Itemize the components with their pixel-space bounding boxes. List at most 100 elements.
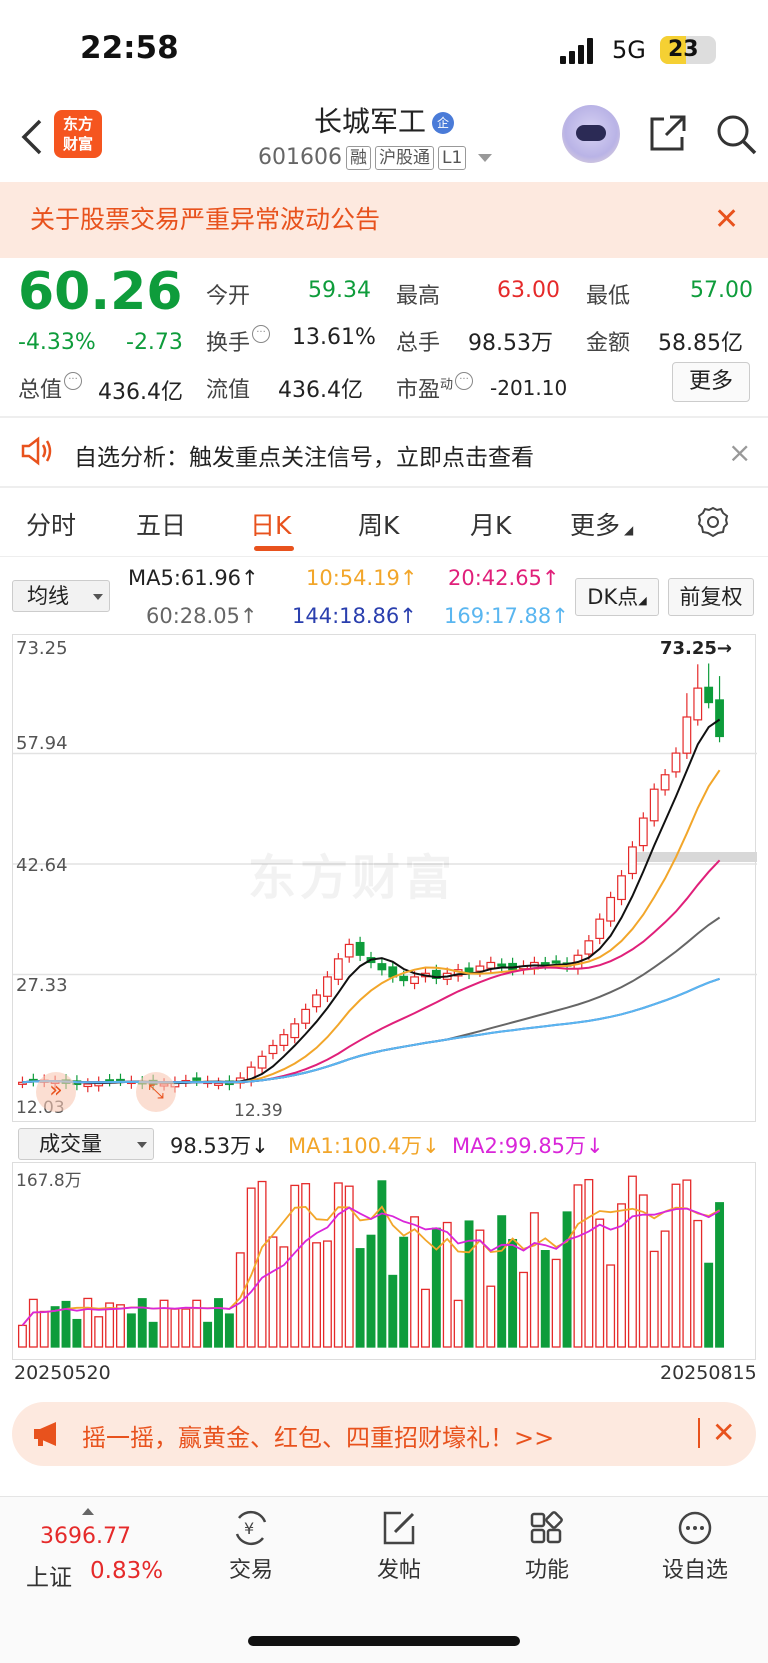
candle [192, 1077, 202, 1081]
fullscreen-icon[interactable]: ⤡ [136, 1072, 176, 1112]
candle [377, 963, 387, 971]
volume-bar [584, 1178, 594, 1348]
nav-add-watchlist[interactable]: 设自选 [640, 1510, 750, 1584]
high-value: 63.00 [497, 278, 560, 303]
volume-bar [116, 1304, 125, 1348]
speaker-icon [20, 436, 54, 466]
tab-daily-k[interactable]: 日K [250, 506, 291, 542]
more-button[interactable]: 更多 [672, 362, 750, 402]
tab-five-day[interactable]: 五日 [136, 506, 186, 542]
gear-icon[interactable] [696, 505, 730, 539]
adjust-button[interactable]: 前复权 [668, 578, 754, 616]
ma169-line [22, 977, 720, 1084]
chevron-up-icon[interactable] [82, 1508, 94, 1515]
close-icon[interactable]: ✕ [712, 1416, 735, 1449]
stock-subtitle[interactable]: 601606 融 沪股通 L1 [258, 145, 493, 170]
tab-monthly-k[interactable]: 月K [470, 506, 511, 542]
candle [355, 941, 365, 956]
volume-bar [170, 1308, 180, 1348]
candle [660, 774, 670, 791]
volume-bar [497, 1215, 507, 1348]
volume-bar [50, 1306, 60, 1348]
ma-select[interactable]: 均线 [12, 580, 110, 612]
home-indicator[interactable] [248, 1636, 520, 1646]
volume-bar [562, 1211, 572, 1348]
volume-bar [388, 1274, 398, 1348]
enterprise-badge-icon: 企 [432, 112, 454, 134]
index-value[interactable]: 3696.77 [40, 1524, 131, 1549]
candle [606, 896, 616, 922]
ma10-line [22, 769, 721, 1084]
volume-value: 98.53万 [468, 331, 553, 356]
volume-bar [682, 1179, 692, 1348]
candle [682, 716, 692, 754]
volume-svg [17, 1175, 725, 1348]
dk-point-button[interactable]: DK点◢ [575, 578, 659, 616]
volume-bar [17, 1324, 27, 1348]
analysis-text[interactable]: 自选分析：触发重点关注信号，立即点击查看 [74, 438, 534, 472]
nav-functions[interactable]: 功能 [492, 1510, 602, 1584]
volume-bar [693, 1219, 703, 1348]
vol-ma2-value: MA2:99.85万↓ [452, 1134, 604, 1158]
ma60-value: 60:28.05↑ [146, 604, 258, 628]
last-price: 60.26 [18, 262, 183, 322]
candle [486, 961, 496, 969]
ma10-value: 10:54.19↑ [306, 566, 418, 590]
candle [410, 976, 419, 985]
volume-bar [638, 1194, 648, 1348]
float-label: 流值 [206, 378, 251, 403]
volume-bar [268, 1236, 278, 1348]
candle [671, 752, 681, 773]
share-icon[interactable] [648, 113, 688, 153]
turnover-label: 换手 ··· [206, 325, 271, 357]
watermark: 东方财富 [248, 850, 457, 906]
volume-bar [704, 1262, 714, 1348]
candle [628, 846, 637, 875]
volume-bar [595, 1218, 605, 1348]
pe-value: -201.10 [490, 376, 568, 400]
divider [0, 556, 768, 557]
promo-text[interactable]: 摇一摇，赢黄金、红包、四重招财壕礼！>> [82, 1418, 554, 1453]
volume-bar [649, 1250, 659, 1348]
close-icon[interactable]: ✕ [714, 202, 739, 237]
high-label: 最高 [396, 284, 441, 309]
expand-left-icon[interactable]: » [36, 1072, 76, 1112]
index-name[interactable]: 上证 [26, 1558, 72, 1592]
close-icon[interactable]: × [728, 436, 751, 469]
volume-chart[interactable] [12, 1162, 756, 1360]
stock-code: 601606 [258, 145, 342, 170]
nav-post[interactable]: 发帖 [344, 1510, 454, 1584]
y-tick-top: 73.25 [16, 638, 68, 659]
info-icon: ··· [64, 372, 83, 390]
search-icon[interactable] [715, 113, 757, 155]
volume-bar [148, 1321, 158, 1348]
nav-trade[interactable]: ¥ 交易 [196, 1510, 306, 1584]
assistant-robot-icon[interactable] [562, 105, 620, 163]
volume-bar [94, 1316, 104, 1348]
tab-intraday[interactable]: 分时 [26, 506, 76, 542]
tag-level: L1 [437, 145, 467, 170]
ma169-value: 169:17.88↑ [444, 604, 569, 628]
tab-more[interactable]: 更多 ◢ [570, 506, 633, 542]
mktcap-value: 436.4亿 [98, 380, 183, 405]
index-percent[interactable]: 0.83% [90, 1558, 163, 1584]
volume-bar [660, 1230, 670, 1348]
low-label: 最低 [586, 284, 631, 309]
tab-weekly-k[interactable]: 周K [358, 506, 399, 542]
candle [344, 943, 354, 958]
grid-icon [530, 1511, 563, 1544]
volume-bar [28, 1298, 38, 1348]
candle [257, 1055, 267, 1069]
volume-bar [137, 1298, 147, 1348]
chevron-down-icon [478, 153, 493, 162]
volume-bar [551, 1258, 561, 1348]
candle [290, 1023, 300, 1039]
divider [698, 1418, 700, 1448]
low-value: 57.00 [690, 278, 753, 303]
volume-max-label: 167.8万 [16, 1171, 82, 1191]
candle [584, 940, 594, 955]
candle [497, 963, 507, 967]
change-percent: -4.33% [18, 330, 96, 355]
notice-text[interactable]: 关于股票交易严重异常波动公告 [30, 200, 380, 236]
volume-select[interactable]: 成交量 [18, 1128, 154, 1160]
